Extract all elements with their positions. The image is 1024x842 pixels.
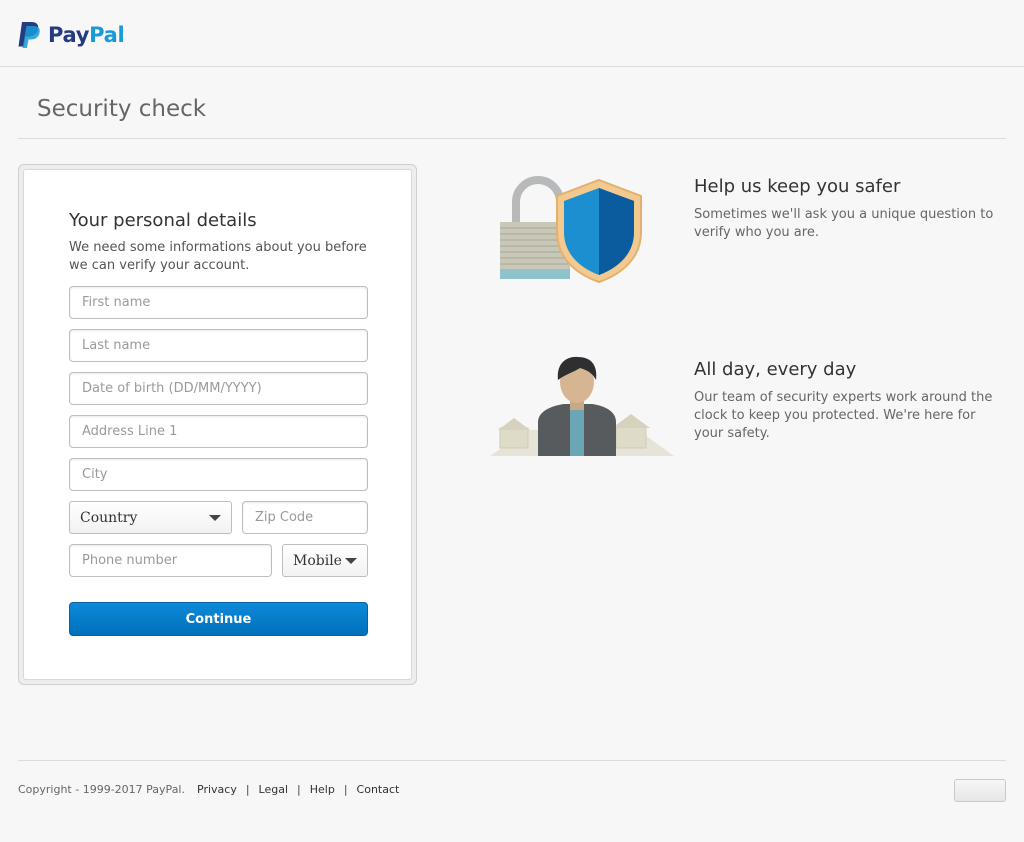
phone-type-select[interactable]: Mobile xyxy=(282,544,368,577)
country-select[interactable]: Country xyxy=(69,501,232,534)
language-button[interactable] xyxy=(954,779,1006,802)
first-name-input[interactable] xyxy=(69,286,368,319)
date-of-birth-input[interactable] xyxy=(69,372,368,405)
country-select-value: Country xyxy=(80,509,138,526)
personal-details-form: Your personal details We need some infor… xyxy=(23,169,412,680)
footer-divider xyxy=(18,760,1006,761)
footer-link-help[interactable]: Help xyxy=(310,783,335,796)
security-expert-icon xyxy=(490,356,674,456)
info-text-safer: Sometimes we'll ask you a unique questio… xyxy=(694,207,994,240)
chevron-down-icon xyxy=(345,558,357,564)
continue-button[interactable]: Continue xyxy=(69,602,368,636)
footer-link-privacy[interactable]: Privacy xyxy=(197,783,237,796)
info-title-safer: Help us keep you safer xyxy=(694,176,901,197)
site-footer: Copyright - 1999-2017 PayPal. Privacy | … xyxy=(18,783,399,796)
footer-link-contact[interactable]: Contact xyxy=(357,783,400,796)
paypal-p-icon xyxy=(18,22,40,48)
form-title: Your personal details xyxy=(69,210,257,231)
chevron-down-icon xyxy=(209,515,221,521)
address-line-1-input[interactable] xyxy=(69,415,368,448)
info-text-all-day: Our team of security experts work around… xyxy=(694,390,993,441)
lock-shield-icon xyxy=(500,176,642,284)
footer-separator: | xyxy=(245,783,250,796)
phone-number-input[interactable] xyxy=(69,544,272,577)
last-name-input[interactable] xyxy=(69,329,368,362)
footer-link-legal[interactable]: Legal xyxy=(259,783,288,796)
info-title-all-day: All day, every day xyxy=(694,359,857,380)
zip-code-input[interactable] xyxy=(242,501,368,534)
personal-details-panel: Your personal details We need some infor… xyxy=(18,164,417,685)
site-header: PayPal xyxy=(0,0,1024,67)
footer-separator: | xyxy=(297,783,301,796)
title-divider xyxy=(18,138,1006,139)
footer-separator: | xyxy=(343,783,348,796)
copyright-text: Copyright - 1999-2017 PayPal. xyxy=(18,783,185,796)
paypal-wordmark: PayPal xyxy=(48,23,125,47)
city-input[interactable] xyxy=(69,458,368,491)
page-title: Security check xyxy=(37,96,207,122)
phone-type-select-value: Mobile xyxy=(293,552,342,569)
paypal-logo[interactable]: PayPal xyxy=(18,21,125,49)
form-description: We need some informations about you befo… xyxy=(69,240,367,273)
